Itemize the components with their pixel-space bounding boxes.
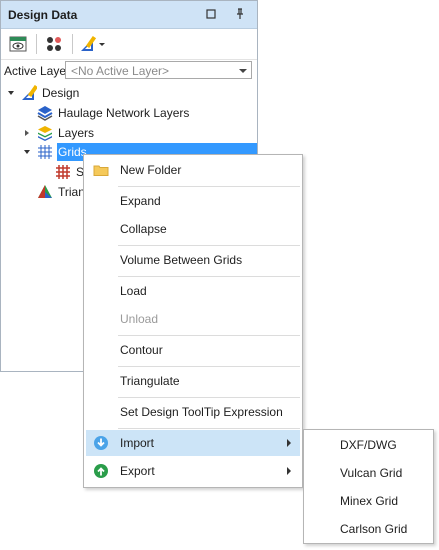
export-icon xyxy=(93,463,109,479)
submenu-item-label: Carlson Grid xyxy=(340,522,408,536)
menu-item-label: Contour xyxy=(120,343,163,357)
submenu-item-carlson-grid[interactable]: Carlson Grid xyxy=(306,516,431,542)
tree-item-layers[interactable]: Layers xyxy=(21,123,94,143)
menu-item-import[interactable]: Import xyxy=(86,430,300,456)
menu-item-load[interactable]: Load xyxy=(86,278,300,304)
menu-item-label: Set Design ToolTip Expression xyxy=(120,405,283,419)
menu-item-unload: Unload xyxy=(86,306,300,332)
active-layer-row: Active Layer <No Active Layer> xyxy=(1,59,257,83)
menu-item-label: Collapse xyxy=(120,222,167,236)
pin-icon[interactable] xyxy=(232,6,248,22)
layers-stack-icon xyxy=(37,105,53,121)
menu-item-expand[interactable]: Expand xyxy=(86,188,300,214)
context-menu: New Folder Expand Collapse Volume Betwee… xyxy=(83,154,303,488)
active-layer-label: Active Layer xyxy=(4,64,71,78)
menu-item-label: New Folder xyxy=(120,163,182,177)
design-icon xyxy=(21,85,37,101)
submenu-item-label: Minex Grid xyxy=(340,494,399,508)
menu-separator xyxy=(118,276,300,277)
submenu-item-minex-grid[interactable]: Minex Grid xyxy=(306,488,431,514)
submenu-item-label: DXF/DWG xyxy=(340,438,397,452)
expand-arrow-icon[interactable] xyxy=(21,127,33,139)
menu-item-triangulate[interactable]: Triangulate xyxy=(86,368,300,394)
menu-item-label: Export xyxy=(120,464,155,478)
design-tool-dropdown-icon[interactable] xyxy=(79,33,107,55)
menu-item-set-design-tooltip-expression[interactable]: Set Design ToolTip Expression xyxy=(86,399,300,425)
menu-separator xyxy=(118,335,300,336)
menu-separator xyxy=(118,245,300,246)
menu-item-volume-between-grids[interactable]: Volume Between Grids xyxy=(86,247,300,273)
triangulation-icon xyxy=(37,184,53,200)
menu-separator xyxy=(118,428,300,429)
active-layer-value: <No Active Layer> xyxy=(71,64,170,78)
tree-item-label: Layers xyxy=(58,126,95,140)
maximize-icon[interactable] xyxy=(203,6,219,22)
active-layer-select[interactable]: <No Active Layer> xyxy=(65,61,252,79)
menu-item-new-folder[interactable]: New Folder xyxy=(86,157,300,183)
grid-icon xyxy=(37,144,53,160)
tree-item-label: Design xyxy=(42,86,80,100)
panel-toolbar xyxy=(1,29,257,60)
menu-item-label: Volume Between Grids xyxy=(120,253,243,267)
menu-item-contour[interactable]: Contour xyxy=(86,337,300,363)
menu-item-label: Unload xyxy=(120,312,159,326)
submenu-item-label: Vulcan Grid xyxy=(340,466,403,480)
visibility-toggle-icon[interactable] xyxy=(7,33,29,55)
tree-item-label: Haulage Network Layers xyxy=(58,106,190,120)
menu-separator xyxy=(118,366,300,367)
collapse-arrow-icon[interactable] xyxy=(21,146,33,158)
tree-item-label: Trian xyxy=(58,185,85,199)
import-submenu: DXF/DWG Vulcan Grid Minex Grid Carlson G… xyxy=(303,429,434,544)
submenu-item-dxf-dwg[interactable]: DXF/DWG xyxy=(306,432,431,458)
import-icon xyxy=(93,435,109,451)
folder-icon xyxy=(93,162,109,178)
palette-icon[interactable] xyxy=(43,33,65,55)
menu-separator xyxy=(118,397,300,398)
menu-item-export[interactable]: Export xyxy=(86,458,300,484)
grid-red-icon xyxy=(55,164,71,180)
submenu-arrow-icon xyxy=(287,467,291,475)
menu-item-label: Load xyxy=(120,284,147,298)
menu-item-label: Triangulate xyxy=(120,374,180,388)
menu-item-collapse[interactable]: Collapse xyxy=(86,216,300,242)
tree-item-grid-child[interactable]: S xyxy=(39,162,84,182)
menu-separator xyxy=(118,186,300,187)
tree-item-grids[interactable]: Grids xyxy=(21,142,87,162)
tree-item-design[interactable]: Design xyxy=(5,83,79,103)
collapse-arrow-icon[interactable] xyxy=(5,87,17,99)
toolbar-separator xyxy=(72,34,73,54)
panel-title: Design Data xyxy=(8,8,78,22)
tree-item-triangulations[interactable]: Trian xyxy=(21,182,85,202)
panel-titlebar: Design Data xyxy=(1,1,257,29)
layers-icon xyxy=(37,125,53,141)
chevron-down-icon[interactable] xyxy=(239,69,247,73)
tree-item-haulage-network-layers[interactable]: Haulage Network Layers xyxy=(21,103,189,123)
submenu-arrow-icon xyxy=(287,439,291,447)
menu-item-label: Expand xyxy=(120,194,161,208)
toolbar-separator xyxy=(36,34,37,54)
submenu-item-vulcan-grid[interactable]: Vulcan Grid xyxy=(306,460,431,486)
menu-item-label: Import xyxy=(120,436,155,450)
